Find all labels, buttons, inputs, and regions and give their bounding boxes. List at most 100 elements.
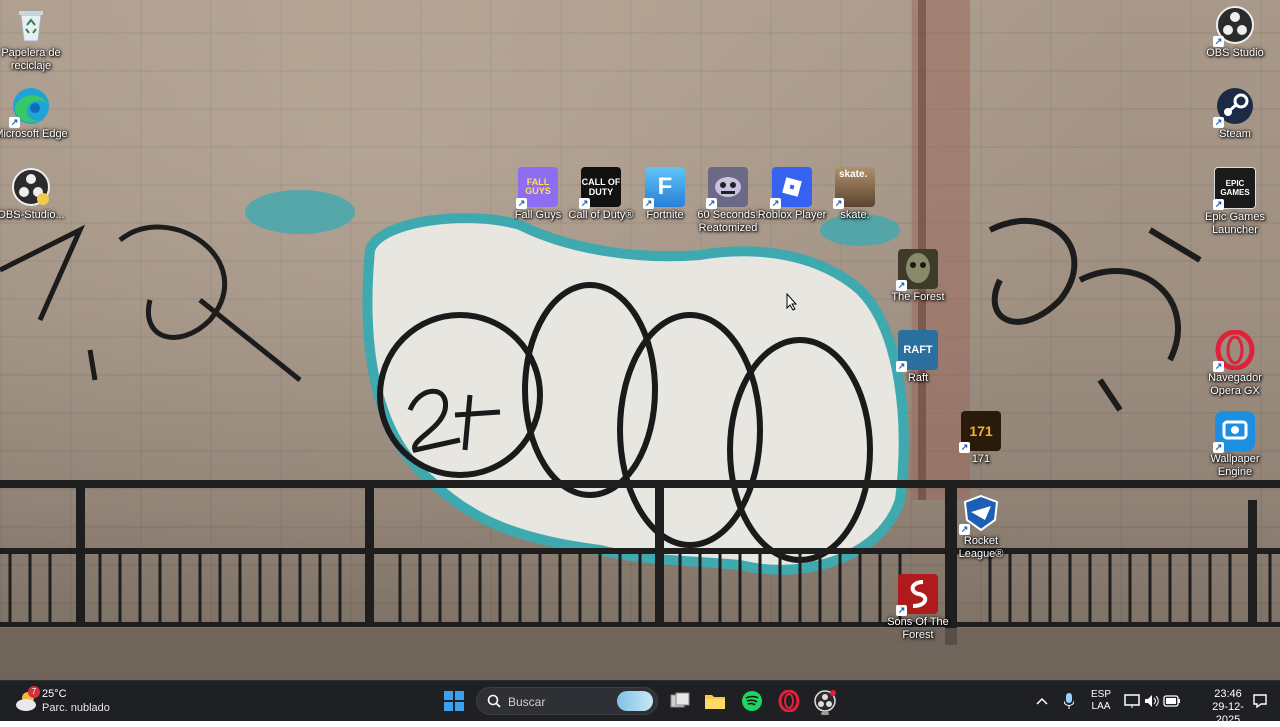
start-button[interactable] (438, 685, 470, 717)
obs-taskbar-button[interactable] (809, 685, 841, 717)
network-icon (1124, 694, 1140, 708)
desktop-icon-raft[interactable]: RAFT ↗ Raft (880, 330, 956, 385)
fortnite-icon: F ↗ (643, 167, 685, 209)
weather-widget[interactable]: 7 25°C Parc. nublado (14, 686, 144, 716)
shortcut-arrow-icon: ↗ (896, 280, 907, 291)
desktop-icon-label: Wallpaper Engine (1210, 453, 1260, 478)
desktop-icon-microsoft-edge[interactable]: ↗ Microsoft Edge (0, 86, 69, 141)
steam-icon: ↗ (1213, 86, 1255, 128)
notification-icon (1253, 694, 1267, 708)
task-view-icon (670, 692, 690, 708)
task-view-button[interactable] (664, 685, 696, 717)
sons-of-the-forest-icon: ↗ (896, 574, 938, 616)
mouse-cursor-icon (786, 293, 798, 311)
opera-gx-taskbar-button[interactable] (773, 685, 805, 717)
desktop-icon-sons-of-the-forest[interactable]: ↗ Sons Of The Forest (880, 574, 956, 642)
taskbar-clock[interactable]: 23:46 29-12-2025 (1208, 688, 1248, 727)
desktop-icon-171[interactable]: 171 ↗ 171 (943, 411, 1019, 466)
start-icon (444, 691, 464, 711)
desktop-wallpaper (0, 0, 1280, 680)
raft-icon: RAFT ↗ (896, 330, 938, 372)
opera-gx-icon (778, 690, 800, 712)
graffiti-wall-art (0, 0, 1280, 680)
desktop-icon-recycle-bin[interactable]: Papelera de reciclaje (0, 5, 69, 73)
desktop-icon-obs-studio[interactable]: ↗ OBS Studio (1197, 5, 1273, 60)
shortcut-arrow-icon: ↗ (1213, 442, 1224, 453)
search-highlight-art (617, 691, 653, 711)
microphone-icon (1064, 693, 1074, 709)
shortcut-arrow-icon: ↗ (896, 361, 907, 372)
desktop-icon-label: Steam (1219, 128, 1251, 140)
skate-icon: skate. ↗ (833, 167, 875, 209)
taskbar-search-box[interactable]: Buscar (476, 687, 658, 715)
desktop-icon-label: The Forest (891, 291, 945, 303)
shortcut-arrow-icon: ↗ (643, 198, 654, 209)
desktop-icon-wallpaper-engine[interactable]: ↗ Wallpaper Engine (1197, 411, 1273, 479)
shortcut-arrow-icon: ↗ (1213, 361, 1224, 372)
epic-games-icon: EPIC GAMES ↗ (1213, 167, 1256, 210)
rocket-league-icon: ↗ (959, 493, 1001, 535)
desktop-icon-label: Microsoft Edge (0, 128, 68, 140)
obs-icon: ↗ (1213, 5, 1255, 47)
desktop-icon-label: Epic Games Launcher (1205, 211, 1265, 236)
notification-center-button[interactable] (1250, 681, 1270, 721)
volume-tray-button[interactable] (1142, 681, 1162, 721)
desktop-icon-skate[interactable]: skate. ↗ skate. (817, 167, 893, 222)
chevron-up-icon (1036, 697, 1048, 705)
file-explorer-button[interactable] (699, 685, 731, 717)
wallpaper-engine-icon: ↗ (1213, 411, 1255, 453)
file-explorer-icon (705, 695, 725, 709)
60-seconds-icon: ↗ (706, 167, 748, 209)
clock-date: 29-12-2025 (1212, 701, 1244, 726)
spotify-icon (742, 691, 762, 711)
desktop-icon-label: Raft (907, 372, 929, 384)
desktop-icon-label: 171 (971, 453, 991, 465)
shortcut-arrow-icon: ↗ (1213, 36, 1224, 47)
weather-notification-badge: 7 (28, 686, 40, 698)
weather-temperature: 25°C (42, 688, 67, 700)
network-tray-button[interactable] (1122, 681, 1142, 721)
desktop-icon-label: Navegador Opera GX (1208, 372, 1262, 397)
shortcut-arrow-icon: ↗ (579, 198, 590, 209)
battery-icon (1163, 695, 1180, 707)
shortcut-arrow-icon: ↗ (959, 524, 970, 535)
desktop-icon-the-forest[interactable]: ↗ The Forest (880, 249, 956, 304)
shortcut-arrow-icon: ↗ (770, 198, 781, 209)
taskbar: 7 25°C Parc. nublado Buscar ESP LAA 23:4… (0, 680, 1280, 726)
desktop-icon-label: OBS-Studio... (0, 209, 65, 221)
call-of-duty-icon: CALL OF DUTY ↗ (579, 167, 621, 209)
edge-icon: ↗ (9, 86, 51, 128)
clock-time: 23:46 (1214, 688, 1242, 700)
roblox-icon: ↗ (770, 167, 812, 209)
shortcut-arrow-icon: ↗ (1213, 117, 1224, 128)
show-hidden-icons-button[interactable] (1032, 681, 1052, 721)
language-code: ESP (1090, 689, 1111, 700)
keyboard-layout: LAA (1091, 701, 1111, 712)
search-icon (487, 694, 501, 708)
desktop-icon-rocket-league[interactable]: ↗ Rocket League® (943, 493, 1019, 561)
obs-icon (11, 167, 51, 207)
desktop-icon-steam[interactable]: ↗ Steam (1197, 86, 1273, 141)
microphone-tray-button[interactable] (1058, 681, 1080, 721)
recycle-bin-icon (11, 5, 51, 45)
input-language-indicator[interactable]: ESP LAA (1090, 689, 1112, 713)
desktop-icon-label: Sons Of The Forest (887, 616, 949, 641)
shortcut-arrow-icon: ↗ (706, 198, 717, 209)
obs-icon (814, 690, 836, 712)
desktop-icon-opera-gx[interactable]: ↗ Navegador Opera GX (1197, 330, 1273, 398)
battery-tray-button[interactable] (1162, 681, 1182, 721)
desktop-icon-obs-studio-shortcut[interactable]: OBS-Studio... (0, 167, 69, 222)
desktop-icon-label: skate. (840, 209, 870, 221)
shortcut-arrow-icon: ↗ (959, 442, 970, 453)
the-forest-icon: ↗ (896, 249, 938, 291)
shortcut-arrow-icon: ↗ (9, 117, 20, 128)
desktop-icon-label: OBS Studio (1206, 47, 1264, 59)
spotify-button[interactable] (736, 685, 768, 717)
search-placeholder: Buscar (508, 695, 546, 709)
desktop-icon-label: Rocket League® (958, 535, 1004, 560)
running-indicator (821, 712, 829, 715)
opera-gx-icon: ↗ (1213, 330, 1255, 372)
weather-condition: Parc. nublado (42, 702, 110, 714)
desktop-icon-epic-games[interactable]: EPIC GAMES ↗ Epic Games Launcher (1197, 167, 1273, 237)
fall-guys-icon: FALL GUYS ↗ (516, 167, 558, 209)
